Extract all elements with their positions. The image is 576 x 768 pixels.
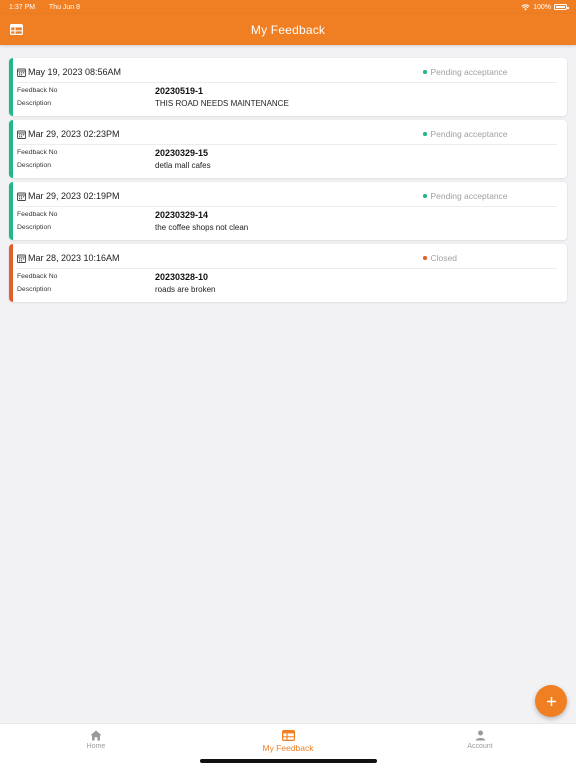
description-label: Description bbox=[17, 100, 51, 107]
home-icon bbox=[90, 730, 102, 741]
status-dot bbox=[423, 194, 427, 198]
feedback-card[interactable]: May 19, 2023 08:56AM Pending acceptance … bbox=[9, 58, 567, 116]
status-dot bbox=[423, 132, 427, 136]
feedback-no-value: 20230519-1 bbox=[155, 86, 204, 96]
status-bar: 1:37 PM Thu Jun 8 100% bbox=[0, 0, 576, 14]
feedback-date: Mar 28, 2023 10:16AM bbox=[28, 253, 120, 263]
description-value: the coffee shops not clean bbox=[155, 223, 249, 232]
feedback-date: Mar 29, 2023 02:23PM bbox=[28, 129, 120, 139]
status-dot bbox=[423, 70, 427, 74]
battery-icon bbox=[554, 4, 569, 10]
plus-icon bbox=[546, 696, 556, 706]
status-color-bar bbox=[9, 244, 13, 302]
card-header: Mar 29, 2023 02:23PM Pending acceptance bbox=[17, 128, 557, 140]
feedback-no-label: Feedback No bbox=[17, 211, 58, 218]
feedback-no-value: 20230329-15 bbox=[155, 148, 209, 158]
status-left: 1:37 PM Thu Jun 8 bbox=[9, 4, 92, 11]
tab-my-feedback-label: My Feedback bbox=[262, 743, 314, 753]
status-text: Pending acceptance bbox=[430, 129, 508, 139]
tab-my-feedback[interactable]: My Feedback bbox=[228, 730, 348, 756]
card-divider bbox=[17, 268, 557, 269]
add-feedback-button[interactable] bbox=[535, 685, 567, 717]
feedback-no-value: 20230329-14 bbox=[155, 210, 209, 220]
card-header: Mar 28, 2023 10:16AM Closed bbox=[17, 252, 557, 264]
battery-percent: 100% bbox=[533, 3, 551, 11]
tab-home[interactable]: Home bbox=[36, 730, 156, 756]
feedback-no-label: Feedback No bbox=[17, 149, 58, 156]
description-value: detla mall cafes bbox=[155, 161, 211, 170]
feedback-card[interactable]: Mar 28, 2023 10:16AM Closed Feedback No … bbox=[9, 244, 567, 302]
description-value: roads are broken bbox=[155, 285, 216, 294]
status-right: 100% bbox=[521, 3, 569, 11]
tab-account-label: Account bbox=[467, 743, 493, 750]
calendar-icon bbox=[17, 68, 26, 77]
calendar-icon bbox=[17, 254, 26, 263]
calendar-icon bbox=[17, 130, 26, 139]
status-badge: Pending acceptance bbox=[423, 67, 553, 77]
status-badge: Closed bbox=[423, 253, 553, 263]
feedback-no-value: 20230328-10 bbox=[155, 272, 209, 282]
status-color-bar bbox=[9, 120, 13, 178]
status-text: Pending acceptance bbox=[430, 191, 508, 201]
description-value: THIS ROAD NEEDS MAINTENANCE bbox=[155, 99, 289, 108]
status-dot bbox=[423, 256, 427, 260]
account-icon bbox=[475, 730, 485, 741]
feedback-date: May 19, 2023 08:56AM bbox=[28, 67, 122, 77]
app-header: My Feedback bbox=[0, 14, 576, 45]
table-icon[interactable] bbox=[9, 23, 23, 36]
tab-account[interactable]: Account bbox=[420, 730, 540, 756]
card-header: Mar 29, 2023 02:19PM Pending acceptance bbox=[17, 190, 557, 202]
description-label: Description bbox=[17, 286, 51, 293]
calendar-icon bbox=[17, 192, 26, 201]
tab-home-label: Home bbox=[86, 743, 106, 750]
card-header: May 19, 2023 08:56AM Pending acceptance bbox=[17, 66, 557, 78]
card-divider bbox=[17, 144, 557, 145]
wifi-icon bbox=[521, 3, 530, 10]
home-indicator bbox=[200, 759, 377, 763]
status-text: Pending acceptance bbox=[430, 67, 508, 77]
feedback-list: May 19, 2023 08:56AM Pending acceptance … bbox=[9, 58, 567, 306]
status-day: Thu Jun 8 bbox=[48, 3, 81, 11]
feedback-no-label: Feedback No bbox=[17, 273, 58, 280]
feedback-card[interactable]: Mar 29, 2023 02:19PM Pending acceptance … bbox=[9, 182, 567, 240]
description-label: Description bbox=[17, 162, 51, 169]
status-color-bar bbox=[9, 58, 13, 116]
status-badge: Pending acceptance bbox=[423, 129, 553, 139]
page-title: My Feedback bbox=[250, 22, 326, 37]
feedback-date: Mar 29, 2023 02:19PM bbox=[28, 191, 120, 201]
status-time: 1:37 PM bbox=[9, 3, 36, 11]
status-badge: Pending acceptance bbox=[423, 191, 553, 201]
description-label: Description bbox=[17, 224, 51, 231]
status-text: Closed bbox=[430, 253, 457, 263]
feedback-no-label: Feedback No bbox=[17, 87, 58, 94]
card-divider bbox=[17, 206, 557, 207]
feedback-card[interactable]: Mar 29, 2023 02:23PM Pending acceptance … bbox=[9, 120, 567, 178]
status-color-bar bbox=[9, 182, 13, 240]
card-divider bbox=[17, 82, 557, 83]
feedback-icon bbox=[281, 730, 295, 741]
